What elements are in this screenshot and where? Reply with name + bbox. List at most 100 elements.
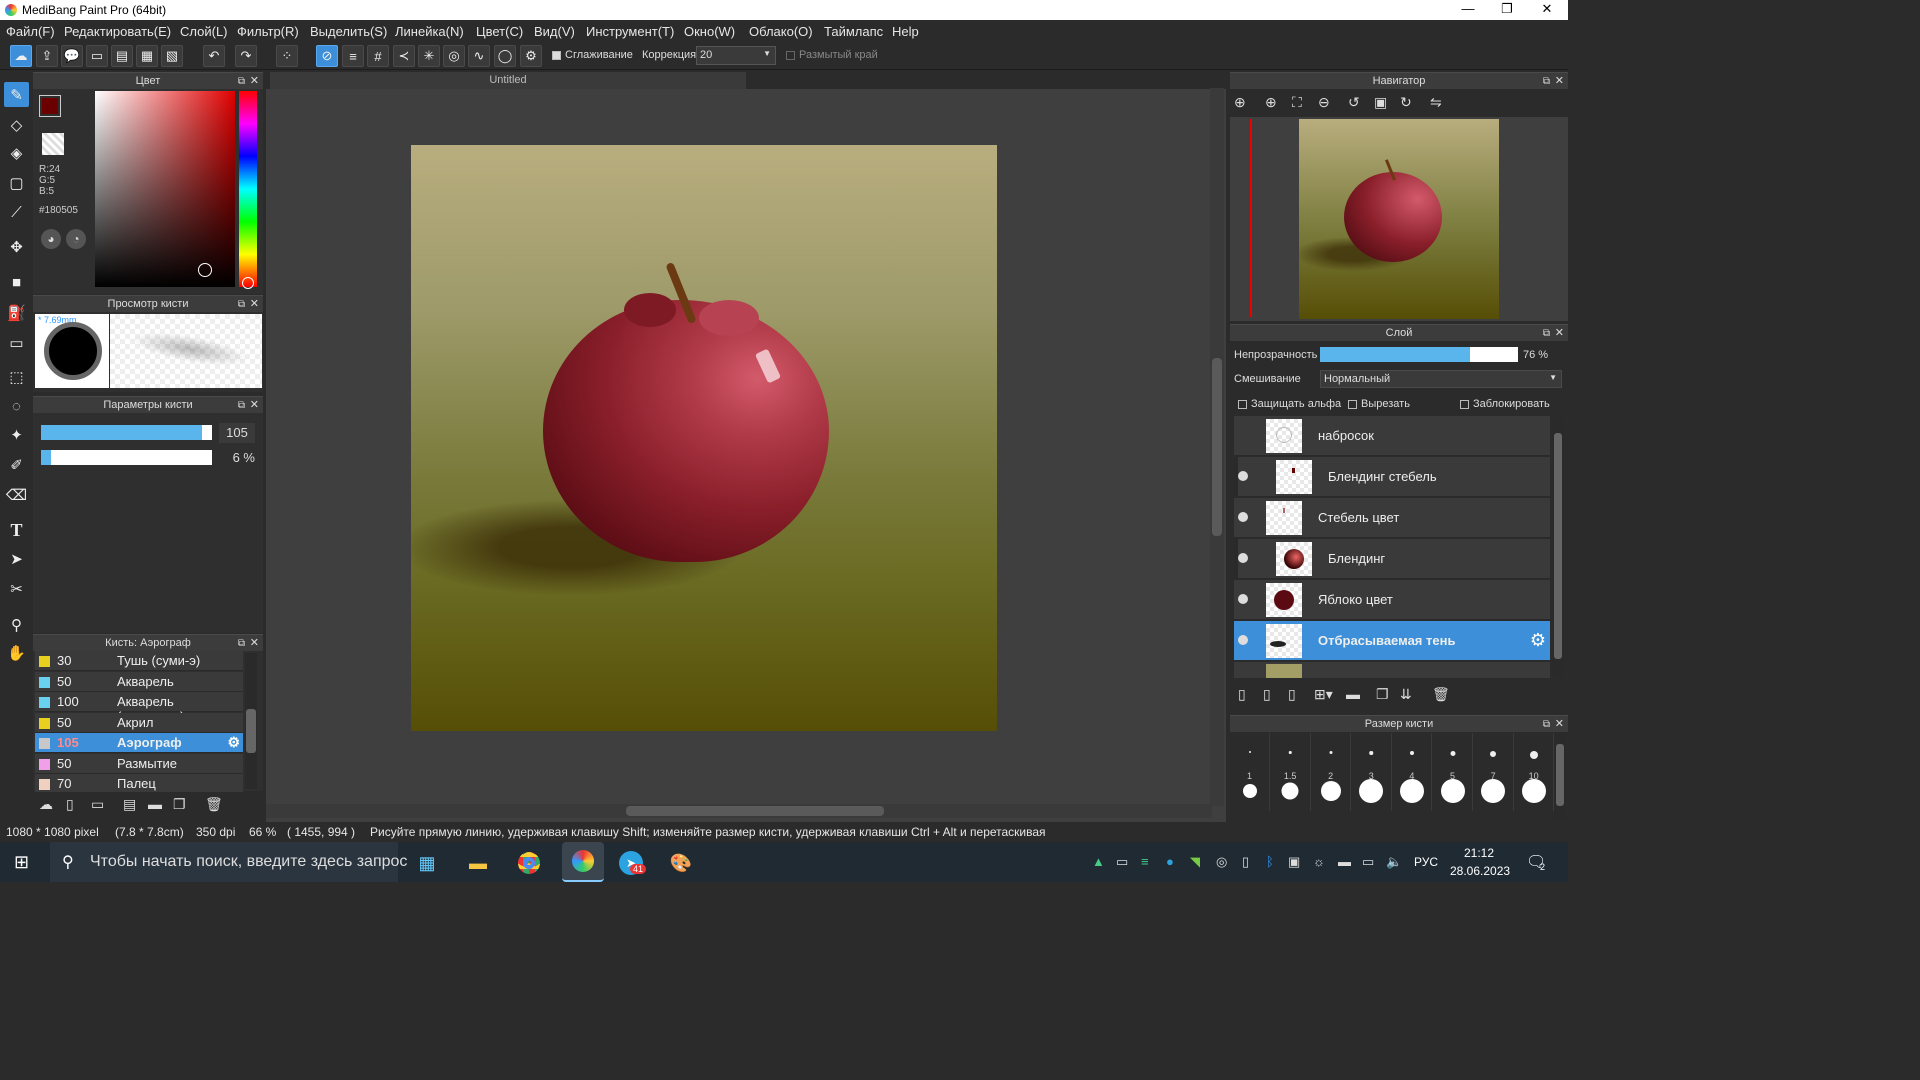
cloud-brush-icon[interactable]: ☁ (39, 796, 53, 813)
brush-list-item[interactable]: 100Акварель (размытая) (35, 692, 243, 724)
redo-icon[interactable]: ↷ (235, 45, 257, 67)
palette-icon[interactable]: ◕ (41, 229, 61, 249)
google-drive-icon[interactable]: ▲ (1092, 854, 1105, 869)
brush-size-value[interactable]: 105 (219, 423, 255, 443)
usb-icon[interactable]: ▯ (1242, 854, 1249, 870)
eye-icon[interactable] (1238, 512, 1248, 522)
circle-snap-icon[interactable]: ◎ (443, 45, 465, 67)
canvas-vertical-scrollbar[interactable] (1210, 88, 1224, 806)
page-icon[interactable]: ▤ (111, 45, 133, 67)
brush-size-scrollbar[interactable] (1554, 732, 1566, 820)
eye-icon[interactable] (1238, 471, 1248, 481)
clock-time[interactable]: 21:12 (1464, 846, 1494, 860)
blur-eraser-icon[interactable]: ◈ (4, 140, 29, 165)
chrome-icon[interactable] (514, 848, 544, 878)
brush-list-item[interactable]: 50 Акрил (35, 712, 243, 733)
layer-row[interactable]: Яблоко цвет (1234, 580, 1550, 620)
canvas-artwork[interactable] (411, 145, 997, 731)
menu-file[interactable]: Файл(F) (6, 24, 55, 39)
windows-start-icon[interactable]: ⊞ (14, 852, 29, 873)
magic-wand-icon[interactable]: ✦ (4, 422, 29, 447)
close-icon[interactable]: ✕ (250, 635, 259, 652)
divide-tool-icon[interactable]: ✂ (4, 576, 29, 601)
layer-settings-gear-icon[interactable]: ⚙ (1530, 630, 1546, 651)
lasso-icon[interactable]: ◌ (4, 394, 29, 419)
blend-mode-select[interactable]: Нормальный ▼ (1320, 370, 1562, 388)
document-tab[interactable]: Untitled (270, 72, 746, 89)
transparent-color-swatch[interactable] (42, 133, 64, 155)
comment-icon[interactable]: 💬 (61, 45, 83, 67)
select-eraser-icon[interactable]: ⌫ (4, 482, 29, 507)
rotate-right-icon[interactable]: ↻ (1400, 94, 1412, 111)
layer-row[interactable]: Стебель цвет (1234, 498, 1550, 538)
file-explorer-icon[interactable]: ▬ (463, 848, 493, 878)
rotate-left-icon[interactable]: ↺ (1348, 94, 1360, 111)
menu-view[interactable]: Вид(V) (534, 24, 575, 39)
zoom-fit-icon[interactable]: ⊕ (1234, 94, 1246, 111)
paint-app-icon[interactable]: 🎨 (666, 848, 696, 878)
eraser-tool-icon[interactable]: ◇ (4, 112, 29, 137)
palette-add-icon[interactable]: ◔ (66, 229, 86, 249)
volume-icon[interactable]: 🔈 (1386, 854, 1402, 870)
brush-size-option[interactable]: 1.5 (1271, 733, 1311, 811)
calculator-icon[interactable]: ▦ (412, 848, 442, 878)
bucket-tool-icon[interactable]: ⛽ (4, 300, 29, 325)
menu-select[interactable]: Выделить(S) (310, 24, 387, 39)
brush-list-item[interactable]: 105 Аэрограф ⚙ (35, 733, 243, 753)
new-8bit-layer-icon[interactable]: ▯ (1263, 686, 1271, 703)
brush-size-option[interactable]: 10 (1514, 733, 1555, 811)
taskbar-search[interactable]: ⚲ Чтобы начать поиск, введите здесь запр… (50, 842, 407, 882)
zoom-out-icon[interactable]: ⊖ (1318, 94, 1330, 111)
brush-size-option[interactable]: 7 (1474, 733, 1514, 811)
brush-size-slider[interactable] (41, 425, 212, 440)
eye-icon[interactable] (1238, 553, 1248, 563)
minimize-button[interactable]: — (1448, 1, 1488, 16)
add-layer-menu-icon[interactable]: ⊞▾ (1314, 686, 1333, 703)
line-brush-icon[interactable]: ⟋ (4, 200, 29, 225)
lock-checkbox[interactable]: Заблокировать (1460, 398, 1550, 410)
menu-edit[interactable]: Редактировать(E) (64, 24, 171, 39)
brightness-icon[interactable]: ☼ (1313, 854, 1325, 869)
new-brush-icon[interactable]: ▯ (66, 796, 74, 813)
brush-list-scrollbar[interactable] (245, 653, 257, 789)
brush-size-option[interactable]: 1 (1230, 733, 1270, 811)
brush-size-option[interactable]: 4 (1392, 733, 1433, 811)
brush-size-option[interactable]: 2 (1311, 733, 1352, 811)
menu-cloud[interactable]: Облако(O) (749, 24, 813, 39)
tray-sync-icon[interactable]: ◎ (1216, 854, 1227, 870)
maximize-button[interactable]: ❐ (1487, 1, 1527, 17)
vanishing-snap-icon[interactable]: ≺ (393, 45, 415, 67)
move-tool-icon[interactable]: ✥ (4, 234, 29, 259)
brush-tool-icon[interactable]: ✎ (4, 82, 29, 107)
brush-list-item[interactable]: 70 Палец (35, 774, 243, 794)
wifi-icon[interactable]: ▭ (1362, 854, 1374, 870)
operation-tool-icon[interactable]: ➤ (4, 546, 29, 571)
layer-list-scrollbar[interactable] (1552, 419, 1564, 677)
brush-opacity-slider[interactable] (41, 450, 212, 465)
clock-date[interactable]: 28.06.2023 (1450, 864, 1510, 878)
flip-horizontal-icon[interactable]: ⇋ (1430, 94, 1442, 111)
upload-icon[interactable]: ⇪ (36, 45, 58, 67)
menu-color[interactable]: Цвет(C) (476, 24, 523, 39)
menu-window[interactable]: Окно(W) (684, 24, 735, 39)
parallel-snap-icon[interactable]: ≡ (342, 45, 364, 67)
layer-opacity-slider[interactable] (1320, 347, 1518, 362)
close-icon[interactable]: ✕ (250, 73, 259, 90)
bluetooth-icon[interactable]: ᛒ (1266, 854, 1274, 869)
folder-icon[interactable]: ▬ (148, 796, 162, 812)
message-icon[interactable]: ▭ (86, 45, 108, 67)
tray-app-icon[interactable]: ≡ (1141, 854, 1149, 869)
brush-size-option[interactable]: 3 (1352, 733, 1392, 811)
color-cursor[interactable] (198, 263, 212, 277)
layer-row[interactable]: Блендинг (1234, 539, 1550, 579)
snap-off-icon[interactable]: ⁘ (276, 45, 298, 67)
medibang-taskbar-icon[interactable] (562, 842, 604, 882)
layout-icon[interactable]: ▧ (161, 45, 183, 67)
correction-select[interactable]: 20 ▼ (696, 46, 776, 65)
hand-tool-icon[interactable]: ✋ (4, 640, 29, 665)
duplicate-icon[interactable]: ❐ (173, 796, 186, 813)
undo-icon[interactable]: ↶ (203, 45, 225, 67)
close-button[interactable]: ✕ (1527, 1, 1567, 17)
new-layer-icon[interactable]: ▯ (1238, 686, 1246, 703)
tray-network-icon[interactable]: ▭ (1116, 854, 1128, 870)
